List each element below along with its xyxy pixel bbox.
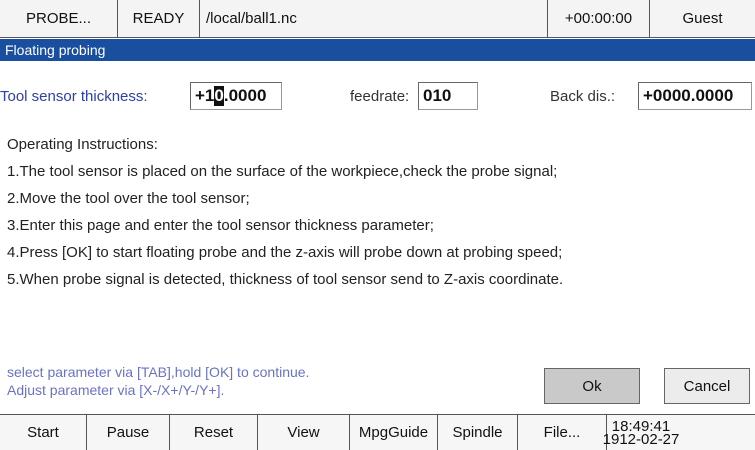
instruction-line: 1.The tool sensor is placed on the surfa…: [7, 163, 558, 180]
instruction-line: 3.Enter this page and enter the tool sen…: [7, 217, 434, 234]
instruction-line: 2.Move the tool over the tool sensor;: [7, 190, 250, 207]
file-softkey[interactable]: File...: [518, 415, 607, 450]
instruction-line: 4.Press [OK] to start floating probe and…: [7, 244, 563, 261]
mode-indicator: PROBE...: [0, 0, 118, 37]
feedrate-label: feedrate:: [350, 88, 410, 105]
hint-adjust-parameter: Adjust parameter via [X-/X+/Y-/Y+].: [7, 382, 225, 398]
run-time: +00:00:00: [548, 0, 650, 37]
cancel-button[interactable]: Cancel: [664, 368, 750, 404]
back-distance-field[interactable]: +0000.0000: [638, 82, 752, 110]
pause-softkey[interactable]: Pause: [87, 415, 170, 450]
tool-sensor-value-suffix: .0000: [223, 86, 267, 105]
feedrate-field[interactable]: 010: [418, 82, 478, 110]
view-softkey[interactable]: View: [258, 415, 350, 450]
ok-button[interactable]: Ok: [544, 368, 640, 404]
back-distance-label: Back dis.:: [550, 88, 616, 105]
dialog-title-bar: Floating probing: [0, 39, 755, 61]
system-clock: 18:49:41 1912-02-27: [603, 415, 680, 450]
status-bar: PROBE... READY /local/ball1.nc +00:00:00…: [0, 0, 755, 38]
instruction-line: 5.When probe signal is detected, thickne…: [7, 271, 564, 288]
tool-sensor-value-prefix: +1: [195, 86, 215, 105]
spindle-softkey[interactable]: Spindle: [438, 415, 518, 450]
start-softkey[interactable]: Start: [0, 415, 87, 450]
machine-state: READY: [118, 0, 200, 37]
tool-sensor-thickness-field[interactable]: +1 0.0000: [190, 82, 282, 110]
clock-date: 1912-02-27: [602, 430, 680, 448]
tool-sensor-thickness-label: Tool sensor thickness:: [0, 88, 148, 105]
dialog-title: Floating probing: [5, 42, 106, 58]
softkey-bar: Start Pause Reset View MpgGuide Spindle …: [0, 414, 755, 450]
parameter-row: Tool sensor thickness: +1 0.0000 feedrate…: [0, 82, 755, 112]
reset-softkey[interactable]: Reset: [170, 415, 258, 450]
hint-select-parameter: select parameter via [TAB],hold [OK] to …: [7, 364, 310, 380]
user-level: Guest: [682, 10, 723, 27]
loaded-file-path: /local/ball1.nc: [200, 0, 548, 37]
mpgguide-softkey[interactable]: MpgGuide: [350, 415, 438, 450]
instructions-heading: Operating Instructions:: [7, 136, 158, 153]
edit-cursor: 0: [214, 86, 224, 106]
